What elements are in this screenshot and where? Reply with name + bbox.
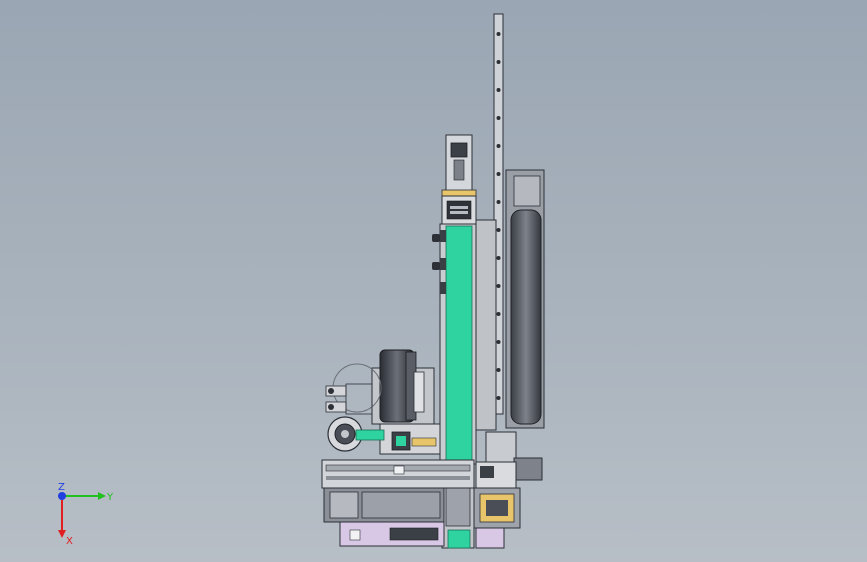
rail-hole [496, 172, 501, 176]
rail-hole [496, 144, 501, 148]
rail-hole [496, 228, 501, 232]
z-axis-label: Z [58, 482, 65, 493]
y-axis-arrow-icon [98, 492, 106, 500]
rail-hole [496, 396, 501, 400]
cad-viewport[interactable] [0, 0, 867, 562]
x-axis-label: X [66, 536, 73, 547]
rail-hole [496, 256, 501, 260]
base-slide [321, 459, 475, 489]
rail-hole [496, 88, 501, 92]
base-housing [323, 487, 445, 547]
orientation-triad: Y X Z [58, 482, 114, 547]
gearbox [473, 431, 543, 549]
belt-housing [505, 169, 545, 429]
rail-hole [496, 32, 501, 36]
rail-hole [496, 116, 501, 120]
y-axis-label: Y [106, 492, 114, 503]
rail-hole [496, 200, 501, 204]
rail-hole [496, 60, 501, 64]
top-motor [441, 134, 477, 225]
rail-hole [496, 284, 501, 288]
z-axis-dot-icon [58, 492, 66, 500]
rail-hole [496, 368, 501, 372]
column-backplate [475, 219, 497, 431]
x-axis-arrow-icon [58, 530, 66, 538]
rail-hole [496, 312, 501, 316]
rail-hole [496, 340, 501, 344]
